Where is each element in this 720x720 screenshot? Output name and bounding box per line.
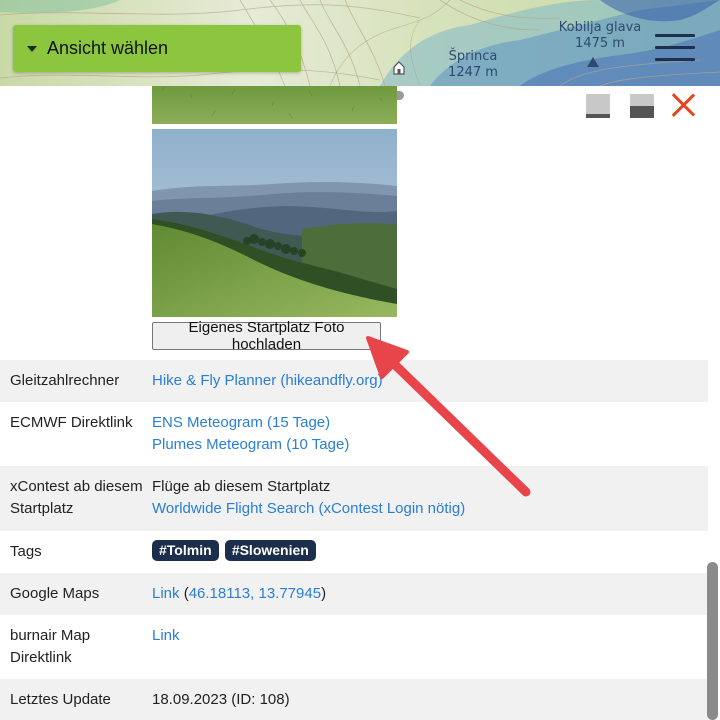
map-label-kobilja-glava: Kobilja glava 1475 m	[545, 20, 655, 52]
row-key: Tags	[10, 543, 42, 560]
ens-meteogram-link[interactable]: ENS Meteogram (15 Tage)	[152, 414, 330, 431]
startplatz-photo-1[interactable]	[152, 86, 397, 124]
panel-scrollbar[interactable]	[707, 562, 718, 720]
plumes-meteogram-link[interactable]: Plumes Meteogram (10 Tage)	[152, 436, 349, 453]
row-value: ENS Meteogram (15 Tage) Plumes Meteogram…	[152, 412, 702, 456]
table-row-xcontest: xContest ab diesem Startplatz Flüge ab d…	[0, 466, 708, 531]
view-select-dropdown[interactable]: Ansicht wählen	[13, 25, 301, 72]
view-select-label: Ansicht wählen	[47, 38, 169, 58]
burnair-map-link[interactable]: Link	[152, 627, 180, 644]
table-row-google-maps: Google Maps Link (46.18113, 13.77945)	[0, 573, 708, 615]
table-row-ecmwf: ECMWF Direktlink ENS Meteogram (15 Tage)…	[0, 402, 708, 466]
row-value: Hike & Fly Planner (hikeandfly.org)	[152, 370, 702, 392]
half-screen-icon[interactable]	[630, 94, 654, 118]
row-value: Flüge ab diesem Startplatz Worldwide Fli…	[152, 476, 702, 520]
table-row-letztes-update: Letztes Update 18.09.2023 (ID: 108)	[0, 679, 708, 720]
caret-down-icon	[27, 46, 37, 52]
minimize-icon[interactable]	[586, 94, 610, 118]
row-key: Google Maps	[10, 585, 100, 602]
map-label-elevation: 1247 m	[448, 65, 498, 80]
table-row-gleitzahlrechner: Gleitzahlrechner Hike & Fly Planner (hik…	[0, 360, 708, 402]
row-key: Letztes Update	[10, 691, 111, 708]
map-label-elevation: 1475 m	[575, 36, 625, 51]
paren-close: )	[321, 585, 327, 602]
table-row-burnair: burnair Map Direktlink Link	[0, 615, 708, 679]
worldwide-flight-search-link[interactable]: Worldwide Flight Search (xContest Login …	[152, 500, 465, 517]
row-value: Link	[152, 625, 702, 647]
upload-photo-button[interactable]: Eigenes Startplatz Foto hochladen	[152, 319, 381, 353]
google-maps-link[interactable]: Link	[152, 585, 180, 602]
coordinates-link[interactable]: 46.18113, 13.77945	[189, 585, 321, 602]
tag-slowenien[interactable]: #Slowenien	[224, 540, 316, 561]
row-key: ECMWF Direktlink	[10, 414, 133, 431]
mountain-peak-icon	[587, 57, 599, 67]
map-label-name: Šprinca	[448, 49, 498, 64]
close-icon[interactable]	[670, 92, 696, 118]
row-key: Gleitzahlrechner	[10, 372, 120, 389]
row-value: Link (46.18113, 13.77945)	[152, 583, 702, 605]
startplatz-photo-2[interactable]	[152, 129, 397, 317]
row-key: burnair Map Direktlink	[10, 627, 91, 666]
startplatz-info-panel: Eigenes Startplatz Foto hochladen Gleitz…	[0, 86, 720, 720]
tag-tolmin[interactable]: #Tolmin	[152, 540, 219, 561]
row-key: xContest ab diesem Startplatz	[10, 478, 143, 517]
paren-open: (	[179, 585, 189, 602]
row-value: 18.09.2023 (ID: 108)	[152, 691, 290, 708]
row-value: #Tolmin #Slowenien	[152, 540, 702, 562]
table-row-tags: Tags #Tolmin #Slowenien	[0, 531, 708, 573]
map-label-sprinca: Šprinca 1247 m	[438, 49, 508, 81]
hike-and-fly-planner-link[interactable]: Hike & Fly Planner (hikeandfly.org)	[152, 372, 383, 389]
map-header[interactable]: Kobilja glava 1475 m Šprinca 1247 m Ansi…	[0, 0, 720, 86]
map-label-name: Kobilja glava	[558, 20, 642, 35]
hut-icon	[393, 61, 405, 75]
hamburger-menu-icon[interactable]	[655, 34, 695, 62]
xcontest-text: Flüge ab diesem Startplatz	[152, 478, 331, 495]
